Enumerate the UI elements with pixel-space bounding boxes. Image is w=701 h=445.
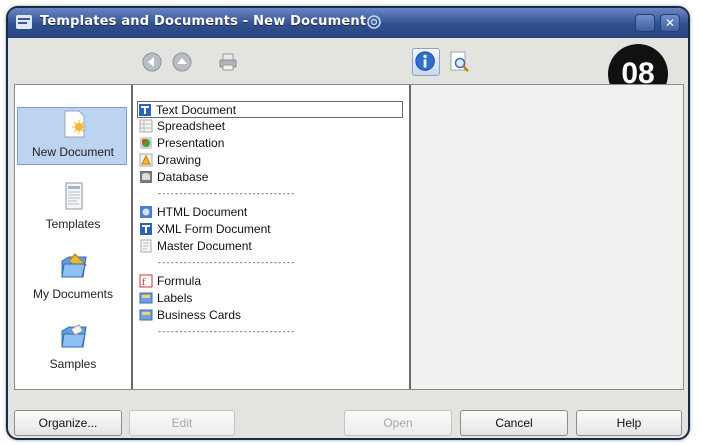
list-item-master-document[interactable]: Master Document (139, 238, 405, 255)
document-type-list: Text Document Spreadsheet Presentation D… (133, 85, 411, 389)
category-label: Templates (45, 217, 101, 231)
window-title: Templates and Documents - New Document (40, 14, 367, 29)
folder-icon (61, 324, 87, 348)
open-button[interactable]: Open (344, 410, 452, 436)
presentation-icon (140, 137, 152, 149)
list-item-presentation[interactable]: Presentation (139, 135, 405, 152)
list-item-xml-form-document[interactable]: XML Form Document (139, 221, 405, 238)
spreadsheet-icon (139, 119, 153, 133)
maximize-button[interactable] (635, 14, 655, 32)
toolbar (8, 38, 688, 86)
new-document-icon (64, 110, 86, 138)
category-label: New Document (31, 145, 115, 159)
folder-icon (61, 253, 87, 278)
category-samples[interactable]: Samples (15, 317, 131, 379)
master-doc-icon (140, 239, 152, 253)
database-icon (140, 171, 152, 183)
back-arrow-icon[interactable] (142, 52, 162, 72)
close-button[interactable]: ✕ (660, 14, 680, 32)
xml-form-icon (140, 223, 152, 235)
list-separator: ----------------------------------------… (157, 328, 295, 337)
list-separator: ----------------------------------------… (157, 190, 295, 199)
category-label: Samples (49, 357, 97, 371)
organize-button[interactable]: Organize... (14, 410, 122, 436)
list-item-labels[interactable]: Labels (139, 290, 405, 307)
app-icon (16, 15, 32, 29)
text-doc-icon (139, 104, 151, 116)
business-cards-icon (139, 309, 153, 321)
info-toggle-button[interactable] (412, 48, 440, 76)
edit-button[interactable]: Edit (129, 410, 235, 436)
print-icon[interactable] (218, 52, 238, 72)
list-item-text-document[interactable]: Text Document (137, 101, 403, 118)
help-button[interactable]: Help (576, 410, 682, 436)
category-pane: New Document Templates My Documents Samp… (15, 85, 133, 389)
preview-pane (411, 85, 683, 389)
list-item-database[interactable]: Database (139, 169, 405, 186)
category-my-documents[interactable]: My Documents (15, 247, 131, 309)
close-icon: ✕ (664, 16, 676, 30)
category-new-document[interactable]: New Document (15, 105, 131, 167)
drawing-icon (139, 153, 153, 167)
list-item-business-cards[interactable]: Business Cards (139, 307, 405, 324)
list-separator: ----------------------------------------… (157, 259, 295, 268)
list-item-drawing[interactable]: Drawing (139, 152, 405, 169)
category-templates[interactable]: Templates (15, 177, 131, 239)
content-panel: New Document Templates My Documents Samp… (14, 84, 684, 390)
up-arrow-icon[interactable] (172, 52, 192, 72)
formula-icon: f (139, 274, 153, 288)
templates-dialog: Templates and Documents - New Document ✕ (6, 6, 690, 440)
list-item-spreadsheet[interactable]: Spreadsheet (139, 118, 405, 135)
html-doc-icon (140, 206, 152, 218)
category-label: My Documents (32, 287, 114, 301)
preview-magnifier-icon[interactable] (448, 50, 472, 74)
labels-icon (139, 292, 153, 304)
cancel-button[interactable]: Cancel (460, 410, 568, 436)
list-item-html-document[interactable]: HTML Document (139, 204, 405, 221)
button-bar: Organize... Edit Open Cancel Help (8, 398, 688, 438)
info-icon (415, 51, 435, 71)
title-bar[interactable]: Templates and Documents - New Document ✕ (8, 8, 688, 38)
swirl-icon[interactable] (366, 14, 382, 30)
list-item-formula[interactable]: f Formula (139, 273, 405, 290)
templates-icon (65, 182, 83, 210)
